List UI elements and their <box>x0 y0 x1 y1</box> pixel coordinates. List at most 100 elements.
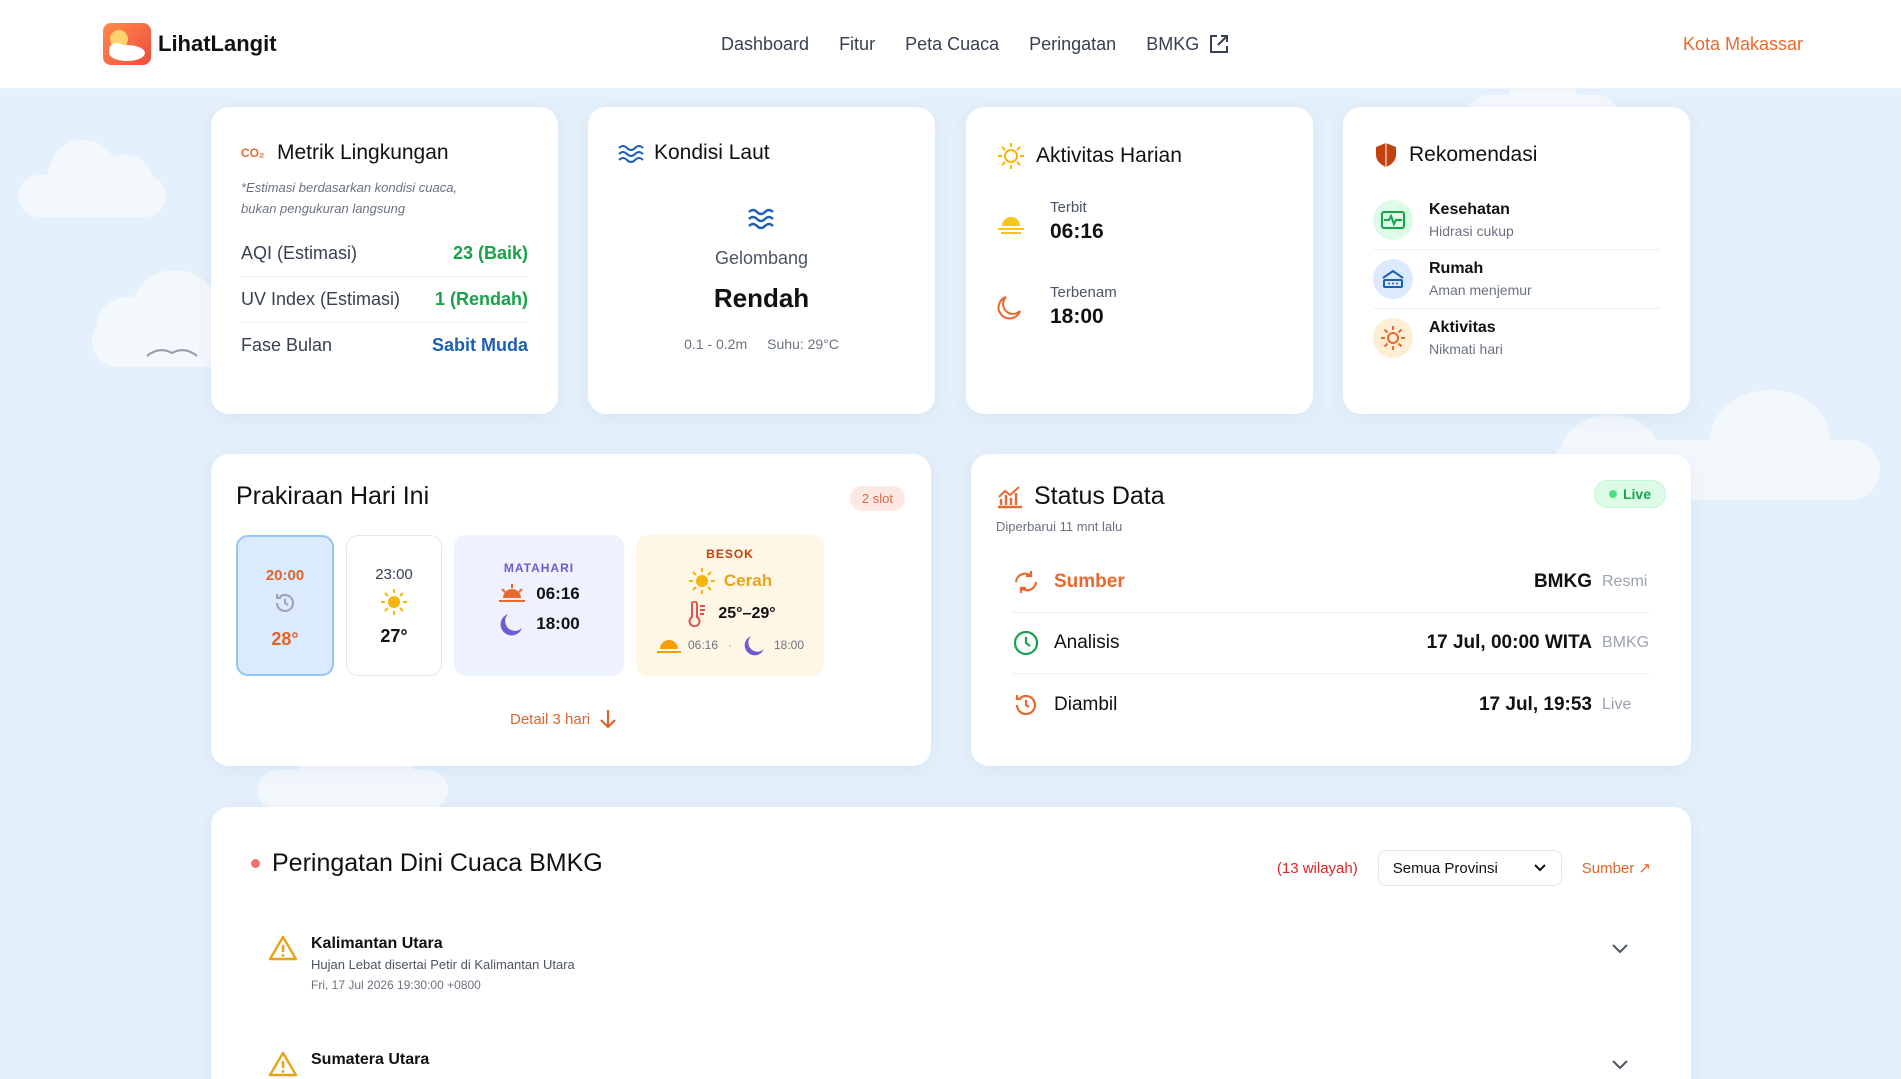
moon-icon <box>997 295 1021 319</box>
status-value: BMKG <box>1533 571 1592 592</box>
nav-peta-cuaca[interactable]: Peta Cuaca <box>905 32 999 56</box>
sunrise-time: 06:16 <box>536 584 580 603</box>
waves-icon <box>618 145 644 163</box>
sun-icon <box>998 143 1024 169</box>
slot-temp: 28° <box>271 629 299 649</box>
warning-region: Kalimantan Utara <box>311 935 443 952</box>
province-select[interactable]: Semua Provinsi <box>1377 850 1562 886</box>
moon-icon <box>500 614 523 636</box>
sunset-label: Terbenam <box>1050 284 1117 301</box>
city-selector[interactable]: Kota Makassar <box>1683 34 1803 55</box>
waves-icon <box>747 208 774 230</box>
sun-icon <box>688 568 715 594</box>
chevron-down-icon <box>1534 864 1546 872</box>
thermometer-icon <box>688 601 706 627</box>
card-title: Rekomendasi <box>1409 143 1538 166</box>
sunrise-time: 06:16 <box>1050 220 1104 243</box>
tomorrow-sunset: 18:00 <box>774 638 805 652</box>
card-title: Status Data <box>1034 482 1165 510</box>
nav-bmkg-link[interactable]: BMKG <box>1146 32 1231 56</box>
sea-temperature: Suhu: 29°C <box>767 336 839 352</box>
sunrise-row: Terbit 06:16 <box>996 199 1283 244</box>
warning-item[interactable]: Sumatera Utara <box>269 1051 1629 1077</box>
metric-row-moon: Fase Bulan Sabit Muda <box>241 323 528 368</box>
live-label: Live <box>1622 486 1651 502</box>
metrik-lingkungan-card: CO₂ Metrik Lingkungan *Estimasi berdasark… <box>211 107 558 414</box>
external-link-icon <box>1210 35 1229 53</box>
live-dot-icon <box>1608 490 1617 498</box>
recommendation-item: Kesehatan Hidrasi cukup <box>1373 191 1660 250</box>
card-title: Kondisi Laut <box>654 141 770 164</box>
rekomendasi-card: Rekomendasi Kesehatan Hidrasi cukup Rumah… <box>1343 107 1690 414</box>
status-sub: Resmi <box>1602 573 1648 590</box>
recommendation-item: Aktivitas Nikmati hari <box>1373 309 1660 367</box>
home-icon <box>1373 259 1413 299</box>
app-name: LihatLangit <box>158 31 277 56</box>
slot-temp: 27° <box>380 626 408 646</box>
sun-times-box: MATAHARI 06:16 18:00 <box>454 535 624 676</box>
status-sub: Live <box>1602 695 1632 713</box>
recommendation-item: Rumah Aman menjemur <box>1373 250 1660 309</box>
warning-icon <box>269 1051 297 1077</box>
peringatan-card: Peringatan Dini Cuaca BMKG (13 wilayah) … <box>211 807 1691 1079</box>
bird-icon <box>146 349 198 357</box>
logo-icon <box>103 23 151 65</box>
history-icon <box>276 594 294 612</box>
slot-time: 20:00 <box>265 567 305 584</box>
region-count: (13 wilayah) <box>1276 859 1358 877</box>
logo[interactable]: LihatLangit <box>103 23 277 65</box>
recommendation-title: Kesehatan <box>1429 201 1510 218</box>
nav-fitur[interactable]: Fitur <box>839 32 875 56</box>
tomorrow-sunrise: 06:16 <box>687 638 718 652</box>
card-title: Aktivitas Harian <box>1036 144 1182 167</box>
metric-value: Sabit Muda <box>431 335 528 355</box>
nav-dashboard[interactable]: Dashboard <box>721 32 809 56</box>
estimate-note-2: bukan pengukuran langsung <box>241 201 406 216</box>
separator-dot: · <box>728 638 732 652</box>
arrow-down-icon <box>600 710 616 729</box>
top-navbar: LihatLangit Dashboard Fitur Peta Cuaca P… <box>0 0 1901 89</box>
sunset-time: 18:00 <box>1050 305 1104 328</box>
slot-badge: 2 slot <box>849 486 905 511</box>
metric-label: Fase Bulan <box>241 335 333 355</box>
metric-label: AQI (Estimasi) <box>241 243 358 263</box>
status-label: Diambil <box>1054 693 1118 715</box>
metric-value: 1 (Rendah) <box>434 289 528 309</box>
tomorrow-box[interactable]: BESOK Cerah 25°–29° 06:16 · 18:00 <box>636 535 824 676</box>
forecast-slot-current[interactable]: 20:00 28° <box>236 535 334 676</box>
detail-label: Detail 3 hari <box>510 710 591 728</box>
forecast-slot[interactable]: 23:00 27° <box>346 535 442 676</box>
sun-icon <box>381 589 407 615</box>
sunset-row: Terbenam 18:00 <box>996 284 1283 329</box>
moon-icon <box>744 636 764 656</box>
chevron-down-icon[interactable] <box>1611 1059 1629 1071</box>
main-menu: Dashboard Fitur Peta Cuaca Peringatan BM… <box>721 32 1231 56</box>
warning-description: Hujan Lebat disertai Petir di Kalimantan… <box>311 957 575 972</box>
wave-label: Gelombang <box>714 248 809 268</box>
alert-dot-icon <box>251 859 260 868</box>
clock-icon <box>1013 630 1039 656</box>
live-badge: Live <box>1593 480 1666 508</box>
prakiraan-card: Prakiraan Hari Ini 2 slot 20:00 28° 23:0… <box>211 454 931 766</box>
warning-region: Sumatera Utara <box>311 1051 430 1068</box>
recommendation-sub: Hidrasi cukup <box>1429 223 1514 239</box>
chevron-down-icon[interactable] <box>1611 943 1629 955</box>
sun-icon <box>1373 318 1413 358</box>
sunrise-label: Terbit <box>1050 199 1087 216</box>
refresh-source-icon <box>1014 571 1038 593</box>
sunrise-icon <box>998 216 1024 234</box>
detail-3-days-link[interactable]: Detail 3 hari <box>510 708 618 730</box>
nav-peringatan[interactable]: Peringatan <box>1029 32 1116 56</box>
aktivitas-harian-card: Aktivitas Harian Terbit 06:16 Terbenam 18:… <box>966 107 1313 414</box>
sunrise-icon <box>656 640 681 653</box>
source-link[interactable]: Sumber ↗ <box>1582 859 1651 877</box>
status-row-analysis: Analisis 17 Jul, 00:00 WITA BMKG <box>1012 613 1650 674</box>
metric-label: UV Index (Estimasi) <box>241 289 401 309</box>
warning-item[interactable]: Kalimantan Utara Hujan Lebat disertai Pe… <box>269 935 1629 992</box>
province-select-value: Semua Provinsi <box>1392 859 1498 877</box>
status-value: 17 Jul, 00:00 WITA <box>1426 632 1592 653</box>
kondisi-laut-card: Kondisi Laut Gelombang Rendah 0.1 - 0.2m… <box>588 107 935 414</box>
status-row-fetched: Diambil 17 Jul, 19:53 Live <box>1012 674 1650 735</box>
recommendation-title: Aktivitas <box>1429 319 1496 336</box>
recommendation-title: Rumah <box>1429 260 1484 277</box>
